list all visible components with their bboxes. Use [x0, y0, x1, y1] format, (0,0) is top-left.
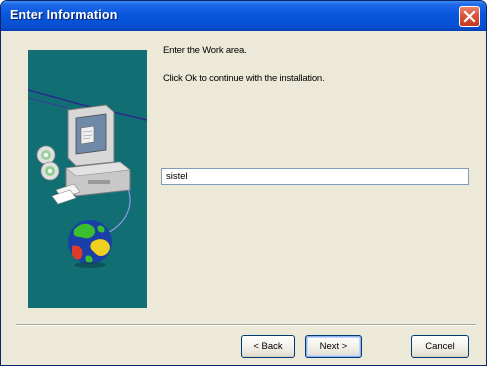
close-icon [463, 10, 476, 23]
close-button[interactable] [459, 6, 480, 27]
next-button[interactable]: Next > [305, 335, 362, 358]
title-bar[interactable]: Enter Information [1, 1, 486, 31]
button-separator [16, 324, 476, 326]
work-area-input[interactable] [161, 168, 469, 185]
computer-globe-illustration [28, 89, 147, 268]
work-area-prompt: Enter the Work area. [163, 45, 247, 56]
disc-icon [36, 145, 60, 181]
window-title: Enter Information [10, 8, 118, 22]
globe-icon [68, 220, 112, 268]
back-button[interactable]: < Back [241, 335, 295, 358]
setup-banner-image [28, 50, 147, 308]
cancel-button[interactable]: Cancel [411, 335, 469, 358]
dialog-window: Enter Information Enter the Work area. C… [0, 0, 487, 366]
continue-instruction: Click Ok to continue with the installati… [163, 73, 325, 84]
computer-icon [65, 104, 131, 197]
